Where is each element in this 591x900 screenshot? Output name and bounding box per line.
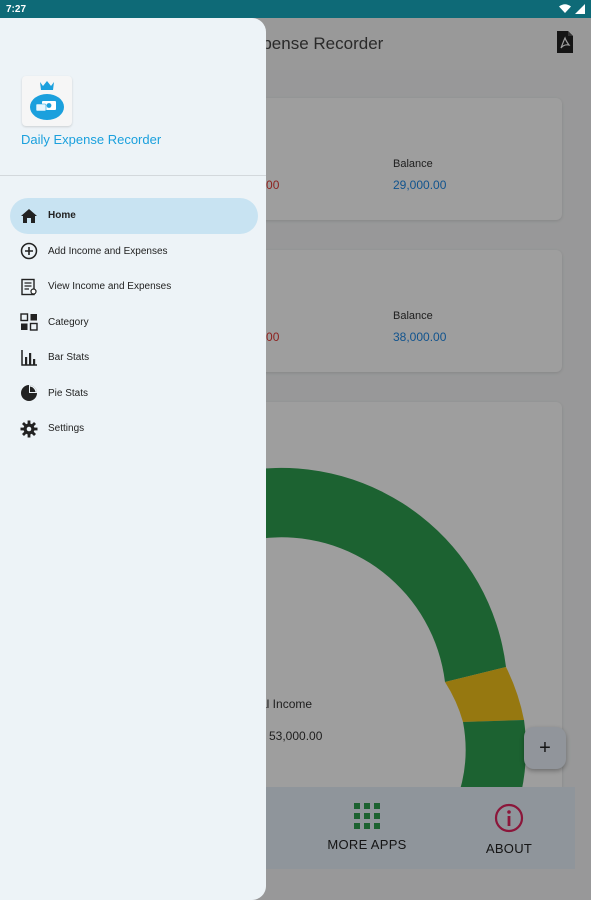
drawer-item-add-income-expenses[interactable]: Add Income and Expenses	[10, 234, 258, 270]
drawer-menu: Home Add Income and Expenses View Income…	[10, 198, 258, 447]
app-logo	[22, 76, 72, 126]
list-view-icon	[20, 278, 38, 296]
add-circle-icon	[20, 242, 38, 260]
status-time: 7:27	[6, 3, 27, 15]
gear-icon	[20, 420, 38, 438]
bar-chart-icon	[20, 349, 38, 367]
system-icons	[559, 4, 585, 14]
drawer-item-label: View Income and Expenses	[48, 281, 172, 293]
home-icon	[20, 207, 38, 225]
drawer-item-category[interactable]: Category	[10, 305, 258, 341]
drawer-item-label: Category	[48, 316, 89, 328]
drawer-item-home[interactable]: Home	[10, 198, 258, 234]
money-bag-icon	[30, 81, 64, 120]
navigation-drawer: Daily Expense Recorder Home Add Income a…	[0, 18, 266, 900]
drawer-item-label: Bar Stats	[48, 352, 90, 364]
drawer-item-settings[interactable]: Settings	[10, 411, 258, 447]
status-bar: 7:27	[0, 0, 591, 18]
drawer-item-label: Home	[48, 210, 76, 222]
drawer-divider	[0, 175, 266, 176]
drawer-item-label: Settings	[48, 423, 85, 435]
category-grid-icon	[20, 313, 38, 331]
drawer-item-bar-stats[interactable]: Bar Stats	[10, 340, 258, 376]
wifi-icon	[559, 4, 571, 13]
drawer-item-label: Add Income and Expenses	[48, 245, 168, 257]
pie-chart-icon	[20, 384, 38, 402]
drawer-item-label: Pie Stats	[48, 387, 89, 399]
battery-signal-icon	[575, 4, 585, 14]
drawer-app-name: Daily Expense Recorder	[21, 132, 162, 147]
drawer-item-pie-stats[interactable]: Pie Stats	[10, 376, 258, 412]
drawer-item-view-income-expenses[interactable]: View Income and Expenses	[10, 269, 258, 305]
